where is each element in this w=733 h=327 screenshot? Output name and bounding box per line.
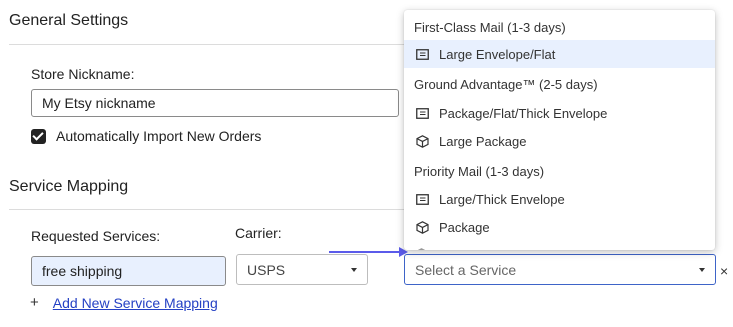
option-label: Large/Thick Envelope: [439, 191, 565, 207]
option-package[interactable]: Package: [404, 213, 715, 241]
group-priority-mail: Priority Mail (1-3 days): [414, 164, 545, 179]
service-select-placeholder: Select a Service: [415, 261, 517, 278]
option-large-thick-envelope[interactable]: Large/Thick Envelope: [404, 185, 715, 213]
general-settings-divider: [9, 44, 404, 45]
general-settings-title: General Settings: [9, 12, 129, 29]
group-ground-advantage: Ground Advantage™ (2-5 days): [414, 77, 598, 92]
store-nickname-input[interactable]: [31, 89, 399, 117]
clipped-next-option: [415, 244, 428, 250]
add-service-mapping-label[interactable]: Add New Service Mapping: [53, 295, 218, 311]
requested-services-label: Requested Services:: [31, 228, 161, 244]
group-first-class: First-Class Mail (1-3 days): [414, 20, 566, 35]
auto-import-row[interactable]: Automatically Import New Orders: [31, 128, 261, 144]
service-mapping-divider: [9, 209, 404, 210]
store-nickname-label: Store Nickname:: [31, 66, 135, 82]
envelope-icon: [415, 47, 429, 61]
envelope-icon: [415, 192, 429, 206]
requested-service-input[interactable]: [31, 256, 226, 286]
option-label: Large Package: [439, 133, 527, 149]
option-label: Large Envelope/Flat: [439, 46, 556, 62]
service-select[interactable]: Select a Service: [404, 254, 716, 285]
option-label: Package/Flat/Thick Envelope: [439, 105, 608, 121]
package-icon: [415, 134, 429, 148]
option-large-package[interactable]: Large Package: [404, 127, 715, 155]
option-package-flat-thick-envelope[interactable]: Package/Flat/Thick Envelope: [404, 99, 715, 127]
service-dropdown-menu[interactable]: First-Class Mail (1-3 days) Large Envelo…: [404, 10, 715, 250]
carrier-label: Carrier:: [235, 225, 282, 241]
carrier-select[interactable]: USPS: [236, 254, 368, 285]
auto-import-label: Automatically Import New Orders: [56, 128, 262, 144]
remove-mapping-icon[interactable]: ×: [720, 263, 728, 279]
service-mapping-title: Service Mapping: [9, 178, 129, 195]
chevron-down-icon: [699, 267, 705, 272]
package-icon: [415, 220, 429, 234]
option-large-envelope-flat[interactable]: Large Envelope/Flat: [404, 40, 715, 68]
add-service-mapping-link[interactable]: + Add New Service Mapping: [30, 294, 218, 311]
auto-import-checkbox[interactable]: [31, 128, 46, 144]
option-label: Package: [439, 219, 490, 235]
plus-icon: +: [30, 294, 39, 311]
carrier-select-value: USPS: [247, 261, 286, 278]
pointer-arrow-icon: [329, 247, 408, 257]
envelope-icon: [415, 106, 429, 120]
chevron-down-icon: [351, 267, 357, 272]
